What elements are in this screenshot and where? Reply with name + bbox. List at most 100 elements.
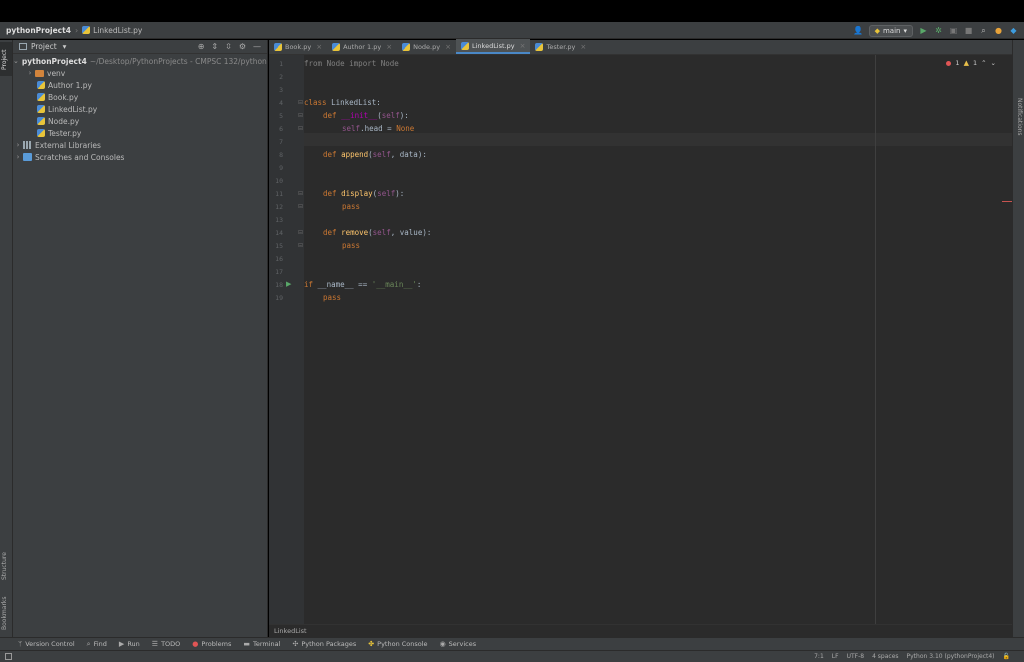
minimize-icon[interactable]: —: [253, 42, 261, 51]
close-icon[interactable]: ×: [386, 43, 392, 51]
chevron-down-icon[interactable]: ▾: [63, 42, 67, 51]
tool-python-console[interactable]: ✤ Python Console: [368, 640, 427, 648]
chevron-down-icon[interactable]: ⌄: [991, 59, 996, 67]
line-number: 11: [275, 190, 283, 198]
structure-tool-label[interactable]: Structure: [1, 552, 8, 580]
expand-all-icon[interactable]: ⇕: [211, 42, 218, 51]
stop-icon[interactable]: ■: [964, 26, 973, 35]
run-config-selector[interactable]: ◆ main ▾: [868, 24, 913, 37]
tool-version-control[interactable]: ᛘ Version Control: [18, 640, 75, 648]
tree-item-external-libraries[interactable]: › External Libraries: [13, 139, 267, 151]
tree-item-author[interactable]: Author 1.py: [13, 79, 267, 91]
fold-marker-icon[interactable]: ⊟: [298, 229, 303, 236]
locate-icon[interactable]: ⊕: [198, 42, 205, 51]
line-number: 1: [279, 60, 283, 68]
tab-label: Book.py: [285, 42, 312, 51]
tool-run[interactable]: ▶ Run: [119, 640, 140, 648]
line-number: 9: [279, 164, 283, 172]
tree-item-book[interactable]: Book.py: [13, 91, 267, 103]
chevron-right-icon[interactable]: ›: [13, 153, 23, 161]
close-icon[interactable]: ×: [316, 43, 322, 51]
tree-item-scratches[interactable]: › Scratches and Consoles: [13, 151, 267, 163]
fold-marker-icon[interactable]: ⊟: [298, 99, 303, 106]
nav-file-name[interactable]: LinkedList.py: [93, 26, 142, 35]
update-icon[interactable]: ●: [994, 26, 1003, 35]
fold-marker-icon[interactable]: ⊟: [298, 190, 303, 197]
tree-item-node[interactable]: Node.py: [13, 115, 267, 127]
line-gutter[interactable]: 1 2 3 4 ⊟ 5 ⊟ 6 ⊟ 7 8 9 10 11 ⊟ 12 ⊟ 13 14 ⊟ 15 ⊟ 16 17 18 ▶ 19: [269, 55, 304, 624]
tool-python-packages[interactable]: ✣ Python Packages: [292, 640, 356, 648]
tab-label: Author 1.py: [343, 42, 382, 51]
tab-label: Node.py: [413, 42, 441, 51]
tree-item-project-root[interactable]: ⌄ pythonProject4 ~/Desktop/PythonProject…: [13, 55, 267, 67]
code-line-5: def __init__(self):: [323, 111, 409, 120]
project-panel-header: Project ▾ ⊕ ⇕ ⇳ ⚙ —: [13, 40, 267, 54]
breadcrumb-item[interactable]: LinkedList: [274, 627, 307, 635]
close-icon[interactable]: ×: [520, 42, 526, 50]
debug-icon[interactable]: ✲: [934, 26, 943, 35]
status-caret-position[interactable]: 7:1: [814, 653, 824, 660]
nav-project-name[interactable]: pythonProject4: [6, 26, 71, 35]
project-view-icon: [19, 43, 27, 50]
project-tree: ⌄ pythonProject4 ~/Desktop/PythonProject…: [13, 54, 267, 163]
fold-marker-icon[interactable]: ⊟: [298, 112, 303, 119]
tab-author[interactable]: Author 1.py ×: [327, 39, 397, 54]
chevron-right-icon[interactable]: ›: [13, 141, 23, 149]
tab-tester[interactable]: Tester.py ×: [530, 39, 591, 54]
inspection-widget[interactable]: 1 ▲ 1 ⌃ ⌄: [946, 59, 996, 67]
error-stripe-mark[interactable]: [1002, 201, 1012, 202]
line-number: 10: [275, 177, 283, 185]
tool-services[interactable]: ◉ Services: [440, 640, 477, 648]
close-icon[interactable]: ×: [445, 43, 451, 51]
fold-marker-icon[interactable]: ⊟: [298, 125, 303, 132]
lock-icon[interactable]: 🔓: [1003, 653, 1010, 660]
project-tool-label[interactable]: Project: [1, 49, 8, 70]
collapse-all-icon[interactable]: ⇳: [225, 42, 232, 51]
fold-marker-icon[interactable]: ⊟: [298, 203, 303, 210]
code-line-15: pass: [342, 241, 361, 250]
search-icon[interactable]: ⌕: [979, 26, 988, 35]
tool-find[interactable]: ⌕ Find: [87, 640, 107, 649]
error-icon: [946, 60, 952, 66]
line-number: 4: [279, 99, 283, 107]
tool-problems[interactable]: ● Problems: [192, 640, 231, 648]
python-file-icon: [535, 42, 544, 51]
status-encoding[interactable]: UTF-8: [847, 653, 865, 660]
status-interpreter[interactable]: Python 3.10 (pythonProject4): [907, 653, 995, 660]
python-file-icon: [37, 81, 45, 89]
status-indent[interactable]: 4 spaces: [872, 653, 898, 660]
list-icon: ☰: [151, 640, 159, 648]
chevron-right-icon[interactable]: ›: [25, 69, 35, 77]
editor-area: Book.py × Author 1.py × Node.py × LinkedLis…: [269, 39, 1012, 624]
tree-item-tester[interactable]: Tester.py: [13, 127, 267, 139]
run-gutter-icon[interactable]: ▶: [286, 280, 291, 288]
chevron-up-icon[interactable]: ⌃: [981, 59, 986, 67]
tree-item-path: ~/Desktop/PythonProjects - CMPSC 132/pyt…: [89, 56, 267, 66]
user-icon[interactable]: 👤: [853, 26, 863, 35]
project-panel-title[interactable]: Project: [31, 42, 57, 51]
fold-marker-icon[interactable]: ⊟: [298, 242, 303, 249]
tree-item-linkedlist[interactable]: LinkedList.py: [13, 103, 267, 115]
jetbrains-icon[interactable]: ◆: [1009, 26, 1018, 35]
tool-terminal[interactable]: ▬ Terminal: [243, 640, 280, 648]
code-area[interactable]: from Node import Node class LinkedList: …: [304, 55, 1012, 624]
python-file-icon: [37, 129, 45, 137]
tree-item-venv[interactable]: › venv: [13, 67, 267, 79]
chevron-down-icon[interactable]: ⌄: [13, 57, 19, 65]
status-line-separator[interactable]: LF: [832, 653, 839, 660]
scratches-icon: [23, 153, 32, 161]
close-icon[interactable]: ×: [580, 43, 586, 51]
coverage-icon[interactable]: ▣: [949, 26, 958, 35]
left-tool-strip: Project Structure Bookmarks: [0, 40, 13, 637]
tab-linkedlist[interactable]: LinkedList.py ×: [455, 39, 531, 54]
tab-node[interactable]: Node.py ×: [397, 39, 456, 54]
gear-icon[interactable]: ⚙: [239, 42, 246, 51]
navigation-bar: pythonProject4 › LinkedList.py 👤 ◆ main …: [0, 22, 1024, 39]
tool-todo[interactable]: ☰ TODO: [152, 640, 181, 648]
tab-book[interactable]: Book.py ×: [269, 39, 327, 54]
python-file-icon: [82, 26, 91, 34]
toggle-tool-windows-icon[interactable]: [5, 653, 12, 660]
run-icon[interactable]: ▶: [919, 26, 928, 35]
notifications-tool-label[interactable]: Notifications: [1016, 98, 1023, 136]
bookmarks-tool-label[interactable]: Bookmarks: [1, 596, 8, 630]
